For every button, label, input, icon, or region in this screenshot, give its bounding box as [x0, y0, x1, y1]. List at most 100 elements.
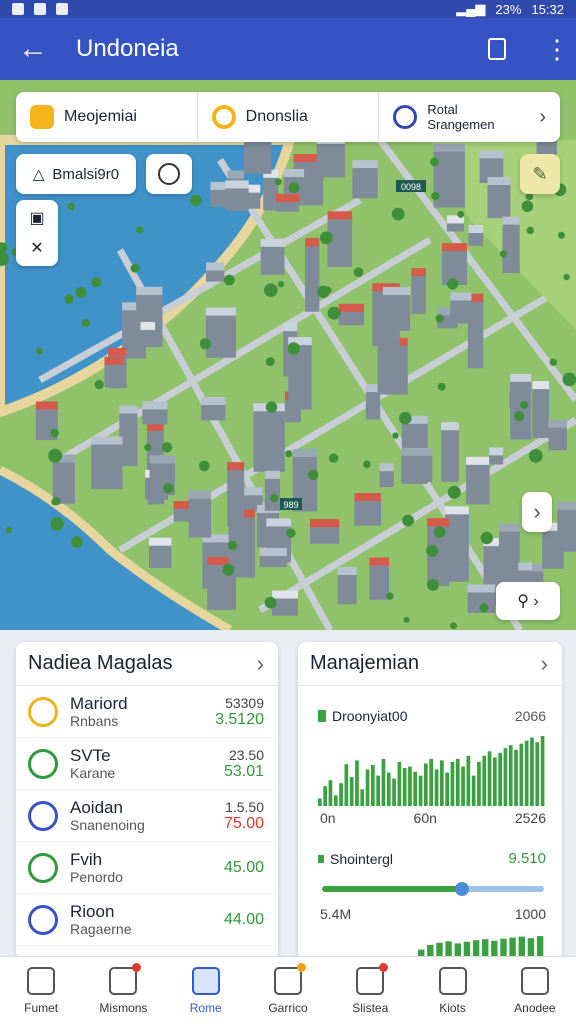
map-building — [305, 238, 320, 312]
chart-label: Droonyiat00 — [332, 708, 408, 724]
tools-icon: ✎ — [532, 163, 548, 184]
nav-item[interactable]: Rome — [165, 957, 247, 1024]
filter-chip[interactable]: Rotal Srangemen › — [379, 92, 560, 142]
map-tree — [403, 616, 410, 623]
bike-icon: ⚲ › — [517, 593, 539, 610]
map-tree — [71, 536, 83, 548]
list-item[interactable]: SVTe Karane 23.50 53.01 — [16, 738, 278, 790]
chart-bar — [365, 769, 370, 806]
map-tree — [324, 286, 332, 294]
item-sub: Snanenoing — [70, 817, 145, 833]
map-tree — [91, 277, 102, 288]
tools-button[interactable]: ✎ — [520, 154, 560, 194]
chart-bar — [424, 763, 428, 806]
item-value: 3.5120 — [215, 710, 264, 728]
item-name: Aoidan — [70, 798, 123, 817]
map-building — [337, 567, 357, 605]
chart-bar — [535, 742, 540, 806]
map-tree — [319, 231, 333, 245]
list-card: Nadiea Magalas › Mariord Rnbans 53309 3.512… — [16, 642, 278, 960]
chart-bar — [519, 743, 524, 806]
stat-label: Shointergl — [330, 850, 394, 867]
list-item[interactable]: Mariord Rnbans 53309 3.5120 — [16, 686, 278, 738]
map-building — [532, 381, 549, 438]
chart-header: Droonyiat00 2066 — [318, 708, 546, 724]
tick-label: 0n — [320, 810, 336, 826]
map-building — [205, 307, 236, 358]
card-header[interactable]: Nadiea Magalas › — [16, 642, 278, 686]
list-item[interactable]: Rioon Ragaerne 44.00 — [16, 894, 278, 946]
nav-item[interactable]: Slistea — [329, 957, 411, 1024]
nav-item[interactable]: Garrico — [247, 957, 329, 1024]
chart-bar — [487, 751, 492, 806]
map-tree — [392, 432, 399, 439]
item-text: SVTe Karane — [70, 746, 224, 781]
bar-icon — [318, 710, 326, 722]
compass-icon — [158, 163, 180, 185]
chart-bar — [328, 780, 333, 806]
more-menu-icon[interactable]: ⋮ — [544, 36, 570, 62]
screen-icon[interactable] — [488, 38, 506, 60]
map-tree — [50, 517, 64, 531]
stat-value: 9.510 — [508, 850, 546, 867]
list-item[interactable]: Fvih Penordo 45.00 — [16, 842, 278, 894]
card-header[interactable]: Manajemian › — [298, 642, 562, 686]
location-label: Bmalsi9r0 — [52, 165, 120, 183]
nav-item[interactable]: Mismons — [82, 957, 164, 1024]
chart-bar — [333, 795, 338, 806]
map-tree — [285, 450, 293, 458]
progress-slider[interactable] — [322, 882, 544, 896]
chart-bar — [524, 740, 529, 806]
map-building — [441, 422, 459, 482]
chart-bar — [349, 777, 354, 806]
map-label: 989 — [283, 500, 298, 510]
map-building — [253, 403, 285, 472]
map-tree — [391, 207, 405, 221]
nav-icon — [109, 962, 142, 995]
cross-icon[interactable]: ✕ — [30, 238, 43, 258]
map-tree — [399, 411, 412, 425]
bike-button[interactable]: ⚲ › — [496, 582, 560, 620]
map-tree — [563, 273, 570, 281]
back-arrow-icon[interactable]: ← — [18, 32, 58, 66]
map-tree — [64, 294, 74, 304]
map-tree — [163, 483, 174, 494]
filter-chip[interactable]: Dnonslia — [198, 92, 380, 142]
folder-icon — [30, 105, 54, 129]
map-tree — [430, 157, 439, 167]
layers-icon[interactable]: ▣ — [29, 208, 44, 228]
item-sub: Rnbans — [70, 713, 119, 729]
next-button[interactable]: › — [522, 492, 552, 532]
map-building — [369, 557, 390, 600]
map-tree — [199, 460, 210, 472]
nav-item[interactable]: Anodee — [494, 957, 576, 1024]
map-tree — [222, 563, 235, 576]
map-building — [201, 397, 226, 421]
map-building — [142, 401, 168, 425]
chevron-right-icon: › — [256, 650, 264, 676]
map-tree — [549, 358, 557, 366]
chart-bar — [498, 752, 502, 806]
compass-button[interactable] — [146, 154, 192, 194]
chart-bar — [493, 757, 497, 806]
nav-item[interactable]: Kiots — [411, 957, 493, 1024]
location-button[interactable]: △ Bmalsi9r0 — [16, 154, 136, 194]
map-building — [91, 436, 123, 490]
signal-icon: ▂▄▆ — [456, 1, 486, 16]
clock: 15:32 — [531, 1, 564, 17]
item-value: 44.00 — [223, 910, 264, 928]
map-building — [276, 193, 299, 212]
tick-label: 60n — [413, 810, 437, 826]
chart-bar — [466, 755, 471, 806]
map-tree — [562, 372, 576, 387]
map-tree — [479, 603, 489, 613]
status-bar: ▂▄▆ 23% 15:32 — [0, 0, 576, 18]
list-item[interactable]: Aoidan Snanenoing 1.5.50 75.00 — [16, 790, 278, 842]
chart-bar — [418, 775, 423, 806]
map-building — [468, 225, 484, 246]
chart-bar — [471, 775, 476, 806]
filter-chip[interactable]: Meojemiai — [16, 92, 198, 142]
slider-knob[interactable] — [454, 882, 469, 896]
map-tree — [223, 274, 235, 286]
nav-item[interactable]: Fumet — [0, 957, 82, 1024]
